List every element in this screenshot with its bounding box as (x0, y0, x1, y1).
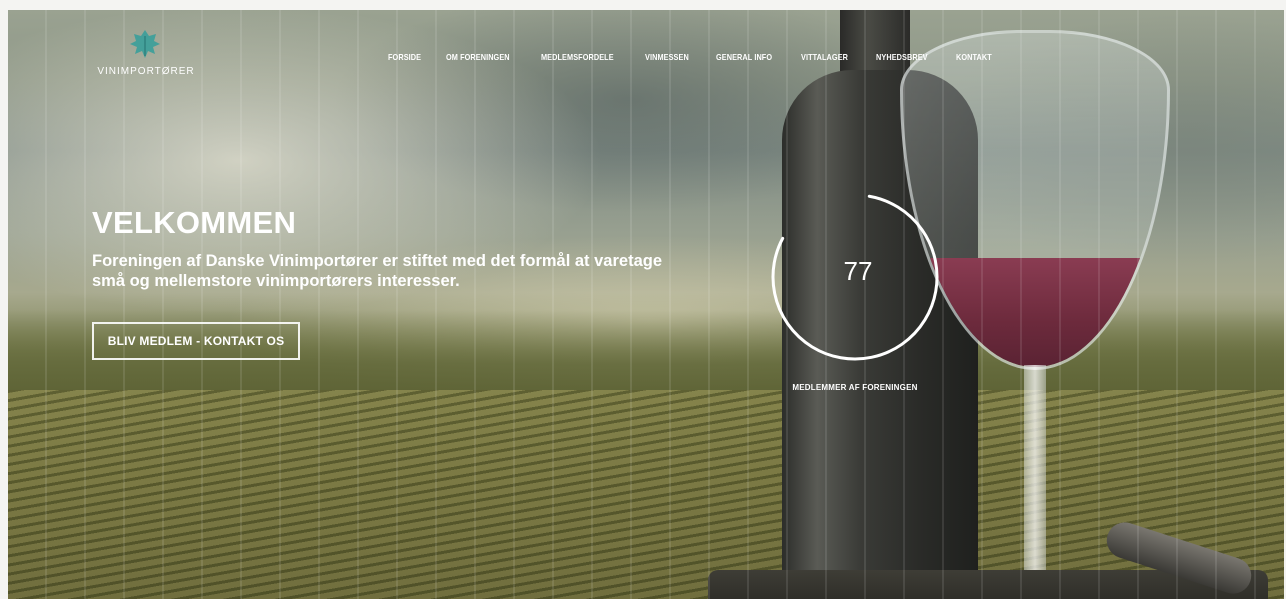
hero-text: Foreningen af Danske Vinimportører er st… (92, 252, 663, 290)
page: VINIMPORTØRER FORSIDE OM FORENINGEN MEDL… (0, 0, 1286, 599)
logo-text: VINIMPORTØRER (97, 66, 195, 77)
hero-intro: VELKOMMEN Foreningen af Danske Vinimport… (92, 205, 712, 291)
main-nav: FORSIDE OM FORENINGEN MEDLEMSFORDELE VIN… (388, 49, 1018, 65)
nav-item-medlemsfordele[interactable]: MEDLEMSFORDELE (541, 52, 614, 62)
counter-label: MEDLEMMER AF FORENINGEN (792, 383, 918, 392)
counter-value: 77 (843, 256, 873, 286)
nav-item-om-foreningen[interactable]: OM FORENINGEN (446, 52, 510, 62)
grape-leaf-icon (128, 28, 162, 60)
hero-section (8, 10, 1284, 599)
nav-item-general-info[interactable]: GENERAL INFO (716, 52, 772, 62)
glass-stem (1024, 365, 1046, 599)
nav-item-kontakt[interactable]: KONTAKT (956, 52, 992, 62)
nav-item-vinmessen[interactable]: VINMESSEN (645, 52, 689, 62)
site-logo[interactable]: VINIMPORTØRER (86, 28, 206, 84)
nav-item-nyhedsbrev[interactable]: NYHEDSBREV (876, 52, 928, 62)
nav-item-forside[interactable]: FORSIDE (388, 52, 421, 62)
hero-title: VELKOMMEN (92, 205, 297, 240)
cta-button[interactable]: BLIV MEDLEM - KONTAKT OS (92, 322, 300, 360)
nav-item-vittalager[interactable]: VITTALAGER (801, 52, 848, 62)
member-counter: 77 MEDLEMMER AF FORENINGEN (760, 180, 950, 400)
